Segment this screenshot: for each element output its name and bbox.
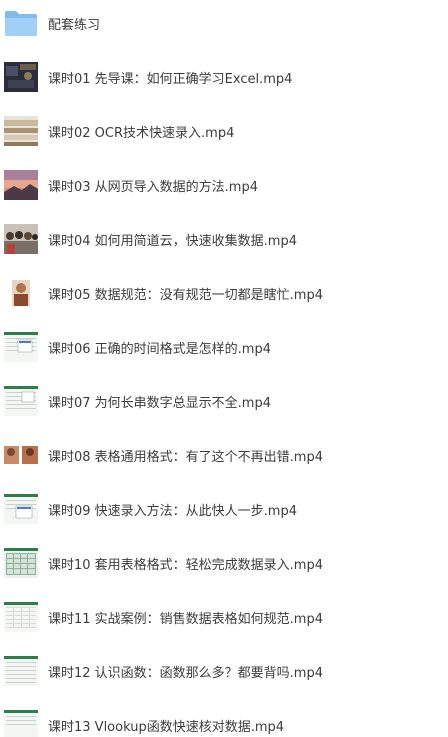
file-row-01[interactable]: 课时01 先导课：如何正确学习Excel.mp4 xyxy=(0,50,448,104)
folder-name: 配套练习 xyxy=(48,17,101,33)
video-thumb-spreadsheet-icon xyxy=(4,710,38,737)
file-name: 课时07 为何长串数字总显示不全.mp4 xyxy=(48,395,271,411)
video-thumb-spreadsheet-icon xyxy=(4,656,38,686)
file-row-09[interactable]: 课时09 快速录入方法：从此快人一步.mp4 xyxy=(0,482,448,536)
file-row-12[interactable]: 课时12 认识函数：函数那么多？都要背吗.mp4 xyxy=(0,644,448,698)
video-thumb-spreadsheet-icon xyxy=(4,332,38,362)
file-name: 课时10 套用表格格式：轻松完成数据录入.mp4 xyxy=(48,557,323,573)
video-thumb-spreadsheet-icon xyxy=(4,494,38,524)
file-name: 课时05 数据规范：没有规范一切都是瞎忙.mp4 xyxy=(48,287,323,303)
folder-row[interactable]: 配套练习 xyxy=(0,0,448,50)
file-name: 课时08 表格通用格式：有了这个不再出错.mp4 xyxy=(48,449,323,465)
video-thumb-grid-icon xyxy=(4,548,38,578)
file-name: 课时01 先导课：如何正确学习Excel.mp4 xyxy=(48,71,293,87)
file-row-02[interactable]: 课时02 OCR技术快速录入.mp4 xyxy=(0,104,448,158)
video-thumb-people-icon xyxy=(4,278,38,308)
file-row-03[interactable]: 课时03 从网页导入数据的方法.mp4 xyxy=(0,158,448,212)
file-name: 课时04 如何用简道云，快速收集数据.mp4 xyxy=(48,233,297,249)
file-name: 课时06 正确的时间格式是怎样的.mp4 xyxy=(48,341,271,357)
file-row-04[interactable]: 课时04 如何用简道云，快速收集数据.mp4 xyxy=(0,212,448,266)
file-name: 课时09 快速录入方法：从此快人一步.mp4 xyxy=(48,503,297,519)
file-row-07[interactable]: 课时07 为何长串数字总显示不全.mp4 xyxy=(0,374,448,428)
folder-icon xyxy=(5,11,37,36)
file-name: 课时02 OCR技术快速录入.mp4 xyxy=(48,125,235,141)
file-list: 配套练习 课时01 先导课：如何正确学习Excel.mp4 课时02 OCR技术… xyxy=(0,0,448,737)
file-row-10[interactable]: 课时10 套用表格格式：轻松完成数据录入.mp4 xyxy=(0,536,448,590)
video-thumb-faces-icon xyxy=(4,440,38,470)
file-row-13[interactable]: 课时13 Vlookup函数快速核对数据.mp4 xyxy=(0,698,448,737)
video-thumb-dark-icon xyxy=(4,62,38,92)
video-thumb-sunset-icon xyxy=(4,170,38,200)
file-row-05[interactable]: 课时05 数据规范：没有规范一切都是瞎忙.mp4 xyxy=(0,266,448,320)
video-thumb-crowd-icon xyxy=(4,224,38,254)
file-row-11[interactable]: 课时11 实战案例：销售数据表格如何规范.mp4 xyxy=(0,590,448,644)
file-row-06[interactable]: 课时06 正确的时间格式是怎样的.mp4 xyxy=(0,320,448,374)
file-row-08[interactable]: 课时08 表格通用格式：有了这个不再出错.mp4 xyxy=(0,428,448,482)
file-name: 课时03 从网页导入数据的方法.mp4 xyxy=(48,179,258,195)
video-thumb-grid-icon xyxy=(4,602,38,632)
video-thumb-papers-icon xyxy=(4,116,38,146)
file-name: 课时13 Vlookup函数快速核对数据.mp4 xyxy=(48,719,285,735)
file-name: 课时12 认识函数：函数那么多？都要背吗.mp4 xyxy=(48,665,323,681)
video-thumb-spreadsheet-icon xyxy=(4,386,38,416)
file-name: 课时11 实战案例：销售数据表格如何规范.mp4 xyxy=(48,611,323,627)
